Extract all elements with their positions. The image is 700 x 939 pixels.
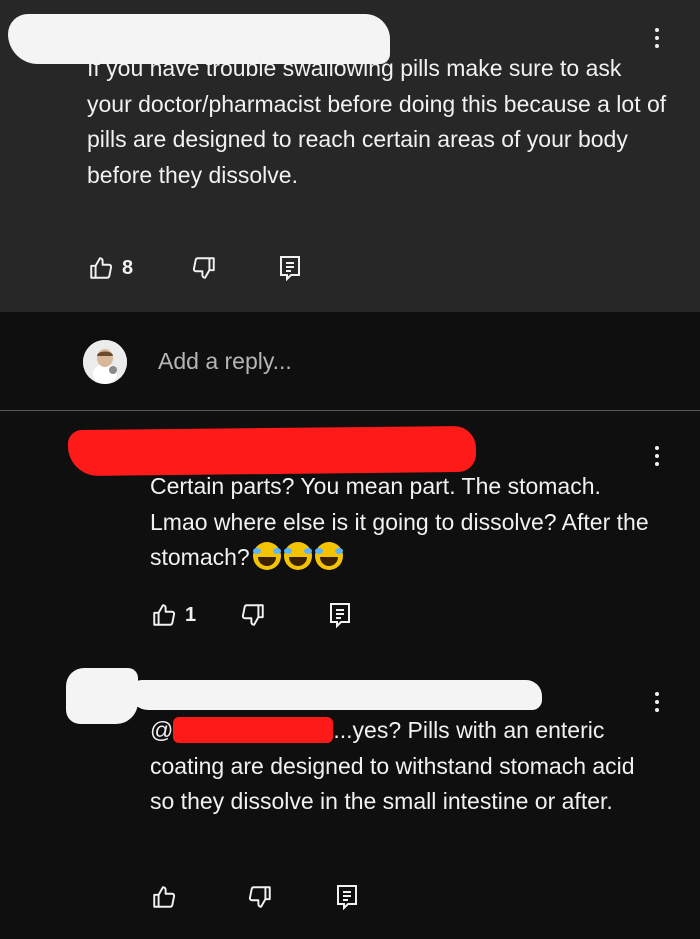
thumbs-down-icon (242, 604, 264, 626)
laughing-emoji-icon (314, 542, 343, 570)
redacted-username (66, 668, 138, 724)
add-reply-input[interactable]: Add a reply... (158, 348, 292, 375)
reply-button[interactable] (328, 602, 352, 628)
reply-icon (280, 256, 301, 281)
like-button[interactable] (151, 884, 177, 910)
reply-icon (330, 603, 351, 628)
reply-actions (151, 884, 359, 910)
thumbs-up-icon (90, 257, 113, 279)
dislike-button[interactable] (240, 602, 266, 628)
like-count: 8 (122, 256, 134, 279)
dislike-button[interactable] (247, 884, 273, 910)
more-options-icon[interactable] (655, 28, 661, 48)
more-options-icon[interactable] (655, 692, 661, 712)
laughing-emoji-icon (252, 542, 281, 570)
comment-text: If you have trouble swallowing pills mak… (87, 55, 667, 188)
like-count: 1 (185, 603, 197, 626)
avatar (83, 340, 127, 384)
comment-actions: 8 (88, 255, 302, 281)
reply-text-body: Certain parts? You mean part. The stomac… (150, 473, 649, 570)
thumbs-down-icon (248, 886, 271, 908)
redacted-username (130, 680, 542, 710)
reply-text: Certain parts? You mean part. The stomac… (150, 469, 650, 576)
like-button[interactable]: 8 (88, 255, 133, 281)
like-button[interactable]: 1 (151, 602, 196, 628)
redacted-mention (173, 717, 334, 743)
reply-button[interactable] (335, 884, 359, 910)
reply-actions: 1 (151, 602, 352, 628)
add-reply-row[interactable]: Add a reply... (0, 312, 700, 411)
dislike-button[interactable] (191, 255, 217, 281)
mention-prefix: @ (150, 717, 174, 743)
laughing-emoji-icon (283, 542, 312, 570)
reply-icon (337, 885, 357, 910)
thumbs-up-icon (153, 886, 176, 908)
thumbs-down-icon (193, 257, 215, 279)
thumbs-up-icon (153, 604, 176, 626)
more-options-icon[interactable] (655, 446, 661, 466)
top-comment: If you have trouble swallowing pills mak… (0, 0, 700, 312)
reply-text: @ ...yes? Pills with an enteric coating a… (150, 713, 660, 820)
reply-button[interactable] (278, 255, 302, 281)
